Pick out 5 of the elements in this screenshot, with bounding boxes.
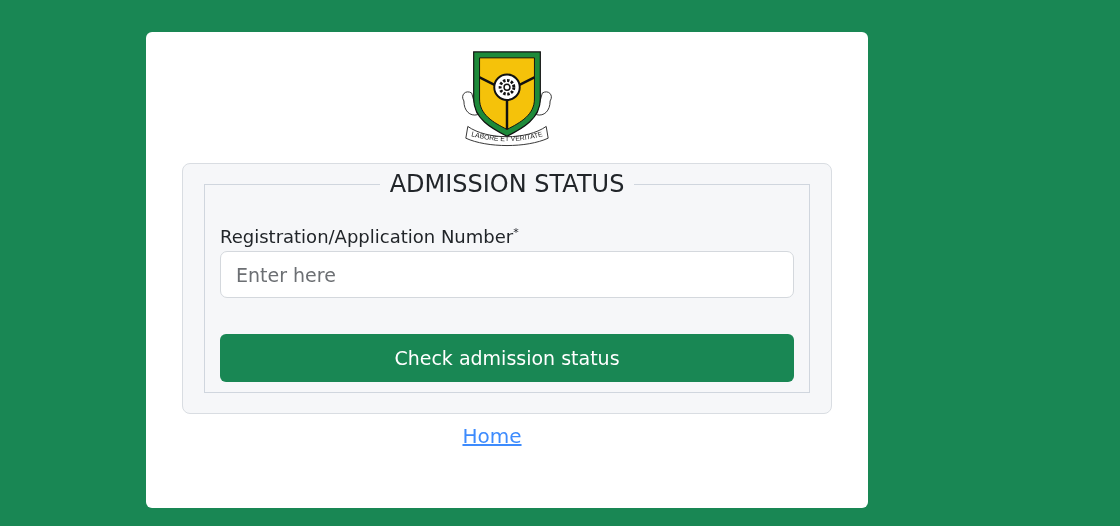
home-link[interactable]: Home <box>462 424 522 448</box>
form-legend: ADMISSION STATUS <box>379 170 635 198</box>
input-field[interactable]: Enter here <box>220 251 794 298</box>
submit-button[interactable]: Check admission status <box>220 334 794 382</box>
field-label: Registration/Application Number$^{*}$ <box>220 226 520 247</box>
